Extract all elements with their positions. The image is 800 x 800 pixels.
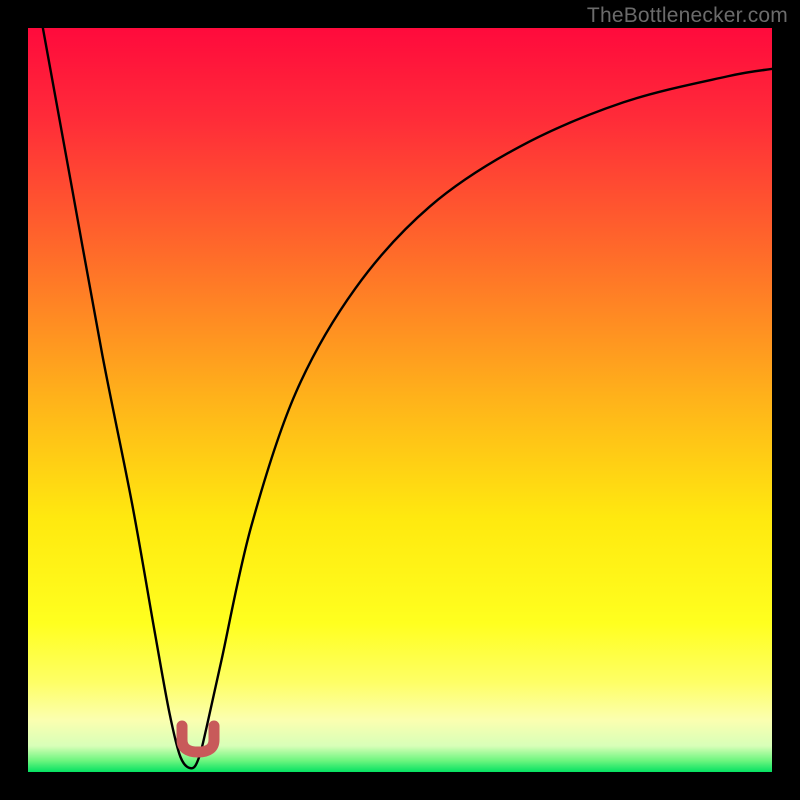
chart-plot-area [28,28,772,772]
chart-frame: TheBottlenecker.com [0,0,800,800]
watermark-text: TheBottlenecker.com [587,4,788,28]
gradient-background [28,28,772,772]
chart-svg [28,28,772,772]
